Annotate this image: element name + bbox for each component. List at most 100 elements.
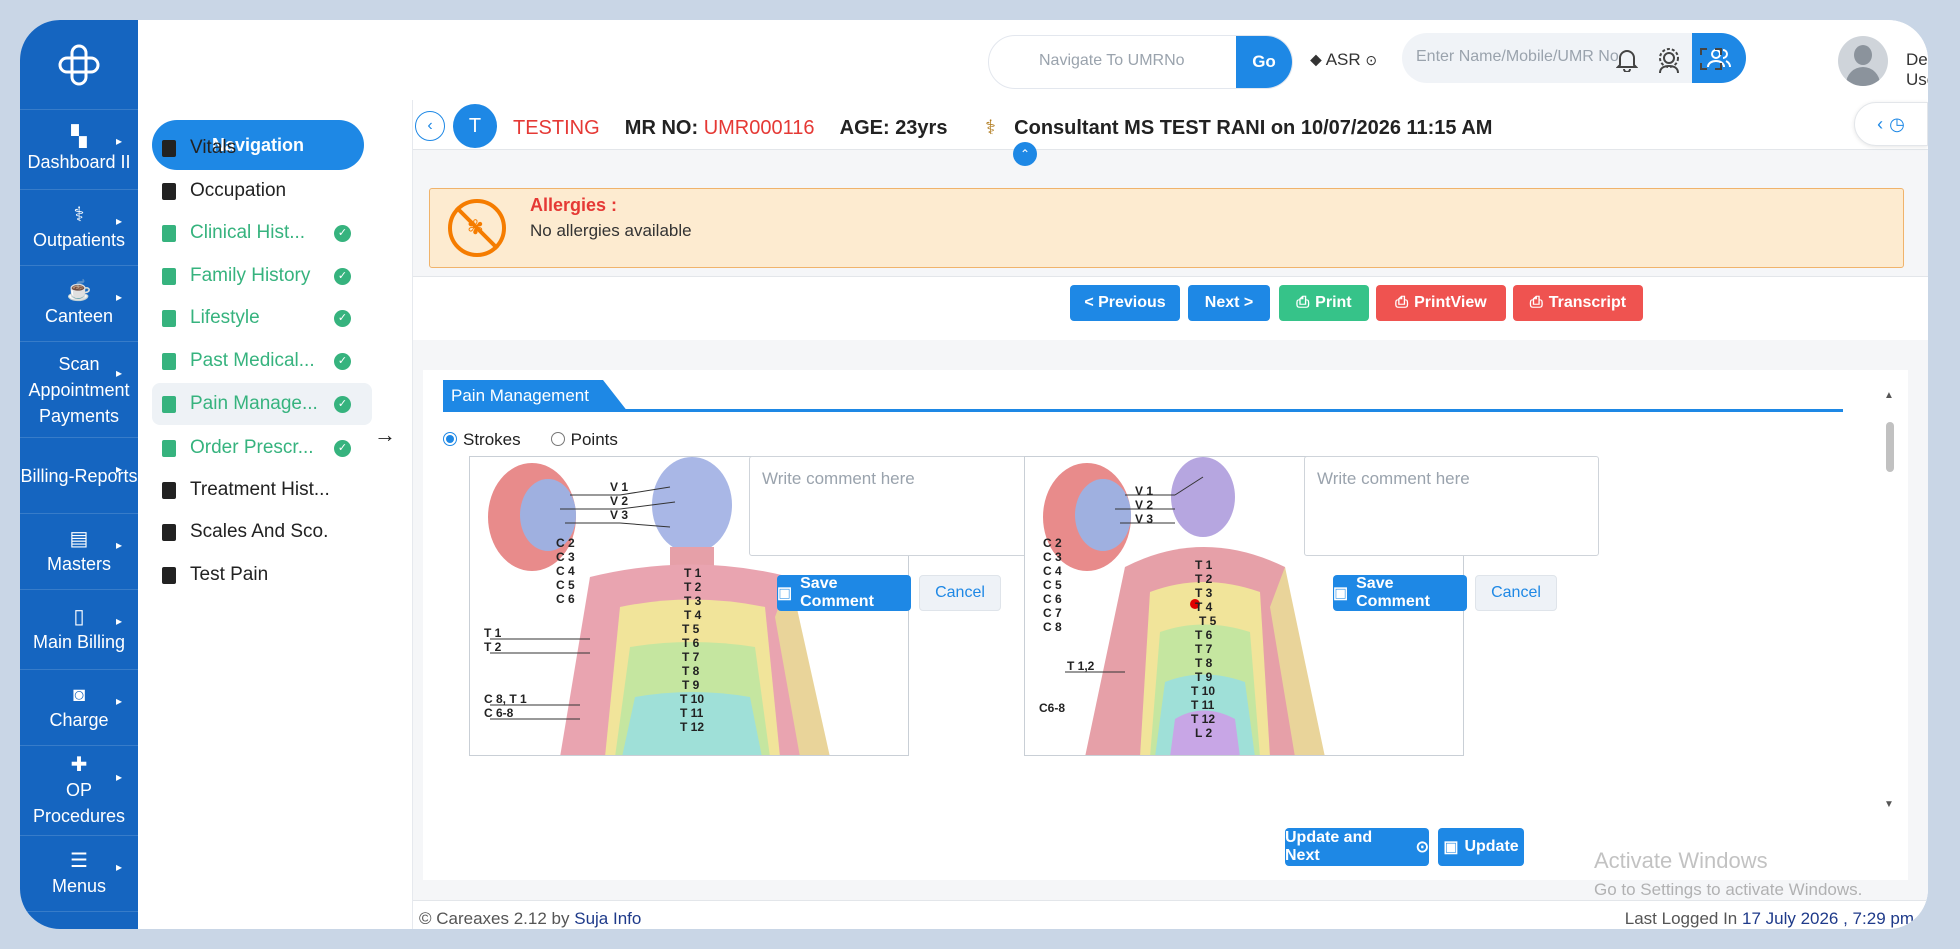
previous-button[interactable]: < Previous bbox=[1070, 285, 1180, 321]
dermatome-label: T 6 bbox=[1195, 628, 1213, 642]
dermatome-label: L 2 bbox=[1195, 726, 1212, 740]
dermatome-label: C 6 bbox=[556, 592, 575, 606]
dermatome-label: V 1 bbox=[610, 480, 628, 494]
nav-item[interactable]: Clinical Hist... ✓ bbox=[152, 212, 372, 254]
update-button[interactable]: ▣ Update bbox=[1438, 828, 1524, 866]
nav-item-label: Vitals bbox=[190, 137, 237, 158]
back-cancel-button[interactable]: Cancel bbox=[1475, 575, 1557, 611]
rail-item-main-billing[interactable]: ▯ ▸ Main Billing bbox=[20, 590, 138, 670]
nav-item[interactable]: Past Medical... ✓ bbox=[152, 340, 372, 382]
save-icon: ▣ bbox=[777, 585, 793, 602]
go-button[interactable]: Go bbox=[1236, 36, 1292, 88]
patient-search-input[interactable]: Enter Name/Mobile/UMR No bbox=[1402, 33, 1692, 83]
dermatome-label: C 8 bbox=[1043, 620, 1062, 634]
print-button[interactable]: ⎙ Print bbox=[1279, 285, 1369, 321]
rail-item-masters[interactable]: ▤ ▸ Masters bbox=[20, 514, 138, 590]
document-icon bbox=[162, 139, 176, 157]
bell-icon[interactable] bbox=[1614, 48, 1640, 74]
dermatome-label: T 12 bbox=[1191, 712, 1215, 726]
mode-selector: Strokes Points bbox=[443, 430, 618, 450]
nav-item-label: Family History bbox=[190, 265, 311, 286]
dermatome-label: T 4 bbox=[1195, 600, 1213, 614]
front-cancel-button[interactable]: Cancel bbox=[919, 575, 1001, 611]
back-save-comment-button[interactable]: ▣ Save Comment bbox=[1333, 575, 1467, 611]
strokes-radio[interactable]: Strokes bbox=[443, 430, 521, 450]
fullscreen-icon[interactable] bbox=[1698, 48, 1724, 74]
printview-button[interactable]: ⎙ PrintView bbox=[1376, 285, 1506, 321]
caret-right-icon: ▸ bbox=[115, 614, 122, 628]
dermatome-label: T 2 bbox=[484, 640, 502, 654]
dermatome-label: T 1 bbox=[684, 566, 702, 580]
rail-item-billing-reports[interactable]: ▸ Billing-Reports bbox=[20, 438, 138, 514]
front-comment-textarea[interactable]: Write comment here bbox=[749, 456, 1044, 556]
app-logo[interactable] bbox=[20, 20, 138, 110]
dermatome-label: T 8 bbox=[682, 664, 700, 678]
tab-pain-management[interactable]: Pain Management bbox=[443, 380, 628, 412]
nav-item[interactable]: Occupation bbox=[152, 170, 372, 212]
app-window: ▚ ▸ Dashboard II ⚕ ▸ Outpatients ☕ ▸ Canteen ▸ Sca… bbox=[20, 20, 1928, 929]
printview-label: PrintView bbox=[1414, 294, 1487, 311]
rail-item-label: Masters bbox=[46, 553, 111, 574]
collapse-up-icon[interactable]: ⌃ bbox=[1013, 142, 1037, 166]
update-and-next-button[interactable]: Update and Next ⊙ bbox=[1285, 828, 1429, 866]
footer-last-login: Last Logged In 17 July 2026 , 7:29 pm bbox=[1625, 909, 1914, 929]
company-link[interactable]: Suja Info bbox=[574, 909, 641, 928]
rail-item-canteen[interactable]: ☕ ▸ Canteen bbox=[20, 266, 138, 342]
menus-icon: ☰ bbox=[70, 849, 88, 872]
nav-item[interactable]: Lifestyle ✓ bbox=[152, 297, 372, 339]
dermatome-label: T 5 bbox=[1199, 614, 1217, 628]
rail-item-label: Charge bbox=[49, 709, 109, 730]
history-toggle[interactable]: ‹ ◷ bbox=[1854, 102, 1928, 146]
clock-icon: ◷ bbox=[1889, 113, 1905, 134]
rail-item-charge[interactable]: ◙ ▸ Charge bbox=[20, 670, 138, 746]
dermatome-label: T 12 bbox=[680, 720, 704, 734]
team-settings-icon[interactable] bbox=[1656, 48, 1682, 74]
rail-item-scan-appointment-payments[interactable]: ▸ Scan Appointment Payments bbox=[20, 342, 138, 438]
dermatome-label: V 1 bbox=[1135, 484, 1153, 498]
map-pin-icon: ⬥ bbox=[1310, 50, 1322, 69]
user-avatar[interactable] bbox=[1838, 36, 1888, 86]
nav-item[interactable]: Scales And Sco... bbox=[152, 511, 372, 553]
chevron-left-icon: ‹ bbox=[1877, 113, 1884, 134]
scroll-up-icon[interactable]: ▲ bbox=[1884, 390, 1894, 401]
rail-item-menus[interactable]: ☰ ▸ Menus bbox=[20, 836, 138, 912]
front-save-comment-button[interactable]: ▣ Save Comment bbox=[777, 575, 911, 611]
location-selector[interactable]: ⬥ ASR ⊙ bbox=[1310, 50, 1377, 70]
panel-scrollbar[interactable]: ▲ ▼ bbox=[1884, 390, 1896, 810]
radio-icon bbox=[443, 432, 457, 446]
dermatome-label: C 8, T 1 bbox=[484, 692, 527, 706]
document-icon bbox=[162, 523, 176, 541]
nav-item[interactable]: Vitals bbox=[152, 127, 372, 169]
dermatome-label: T 5 bbox=[682, 622, 700, 636]
dermatome-label: T 10 bbox=[1191, 684, 1215, 698]
footer-copyright: © Careaxes 2.12 by Suja Info bbox=[419, 909, 641, 929]
dashboard-icon: ▚ bbox=[71, 125, 87, 148]
next-button[interactable]: Next > bbox=[1188, 285, 1270, 321]
nav-item[interactable]: Treatment Hist... bbox=[152, 469, 372, 511]
nav-item[interactable]: Pain Manage... ✓ bbox=[152, 383, 372, 425]
rail-item-label: Canteen bbox=[44, 305, 114, 326]
umr-navigate-input[interactable]: Navigate To UMRNo Go bbox=[988, 35, 1293, 89]
nav-item[interactable]: Family History ✓ bbox=[152, 255, 372, 297]
transcript-button[interactable]: ⎙ Transcript bbox=[1513, 285, 1643, 321]
caret-right-icon: ▸ bbox=[115, 214, 122, 228]
points-radio[interactable]: Points bbox=[550, 430, 618, 450]
nav-item[interactable]: Order Prescr... ✓ bbox=[152, 427, 372, 469]
nav-item-label: Past Medical... bbox=[190, 350, 315, 371]
dermatome-label: C 6 bbox=[1043, 592, 1062, 606]
check-icon: ✓ bbox=[334, 439, 351, 457]
rail-item-dashboard-ii[interactable]: ▚ ▸ Dashboard II bbox=[20, 110, 138, 190]
caret-right-icon: ▸ bbox=[115, 694, 122, 708]
document-icon bbox=[162, 182, 176, 200]
back-chevron-icon[interactable]: ‹ bbox=[415, 111, 445, 141]
back-comment-textarea[interactable]: Write comment here bbox=[1304, 456, 1599, 556]
caret-right-icon: ▸ bbox=[115, 290, 122, 304]
nav-item[interactable]: Test Pain bbox=[152, 554, 372, 596]
save-icon: ▣ bbox=[1443, 839, 1459, 856]
rail-item-op-procedures[interactable]: ✚ ▸ OP Procedures bbox=[20, 746, 138, 836]
scroll-thumb[interactable] bbox=[1886, 422, 1894, 472]
scroll-down-icon[interactable]: ▼ bbox=[1884, 799, 1894, 810]
footer: © Careaxes 2.12 by Suja Info Last Logged… bbox=[413, 900, 1928, 929]
user-name: Demo User bbox=[1906, 50, 1928, 89]
rail-item-outpatients[interactable]: ⚕ ▸ Outpatients bbox=[20, 190, 138, 266]
